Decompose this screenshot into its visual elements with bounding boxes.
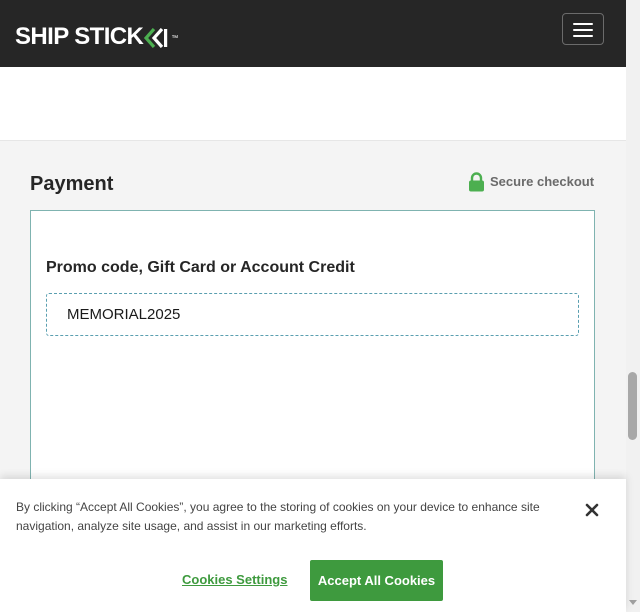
logo-chevrons-icon (144, 27, 170, 55)
lock-icon (469, 172, 484, 192)
promo-code-label: Promo code, Gift Card or Account Credit (46, 259, 355, 276)
cookie-consent-banner: By clicking “Accept All Cookies”, you ag… (0, 479, 626, 612)
promo-code-input[interactable] (46, 293, 579, 336)
page-scrollbar[interactable] (626, 0, 640, 612)
top-navigation-bar: SHIP STICK ™ (0, 0, 626, 67)
cookie-consent-text: By clicking “Accept All Cookies”, you ag… (16, 500, 540, 533)
secure-checkout-badge: Secure checkout (468, 172, 594, 192)
cookies-settings-link[interactable]: Cookies Settings (182, 571, 287, 589)
header-spacer (0, 67, 626, 141)
payment-heading: Payment (30, 173, 114, 195)
logo-wordmark: SHIP STICK (15, 23, 144, 50)
hamburger-menu-button[interactable] (562, 13, 604, 45)
browser-viewport: SHIP STICK ™ Payment Secure checkout Pro… (0, 0, 640, 612)
accept-all-cookies-button[interactable]: Accept All Cookies (310, 560, 443, 601)
ship-sticks-logo[interactable]: SHIP STICK ™ (15, 23, 178, 55)
scrollbar-thumb[interactable] (628, 372, 637, 440)
close-icon[interactable] (583, 501, 601, 519)
payment-card (30, 210, 595, 510)
secure-checkout-label: Secure checkout (490, 174, 595, 189)
trademark-symbol: ™ (171, 35, 179, 42)
scroll-down-arrow-icon[interactable] (629, 600, 637, 605)
